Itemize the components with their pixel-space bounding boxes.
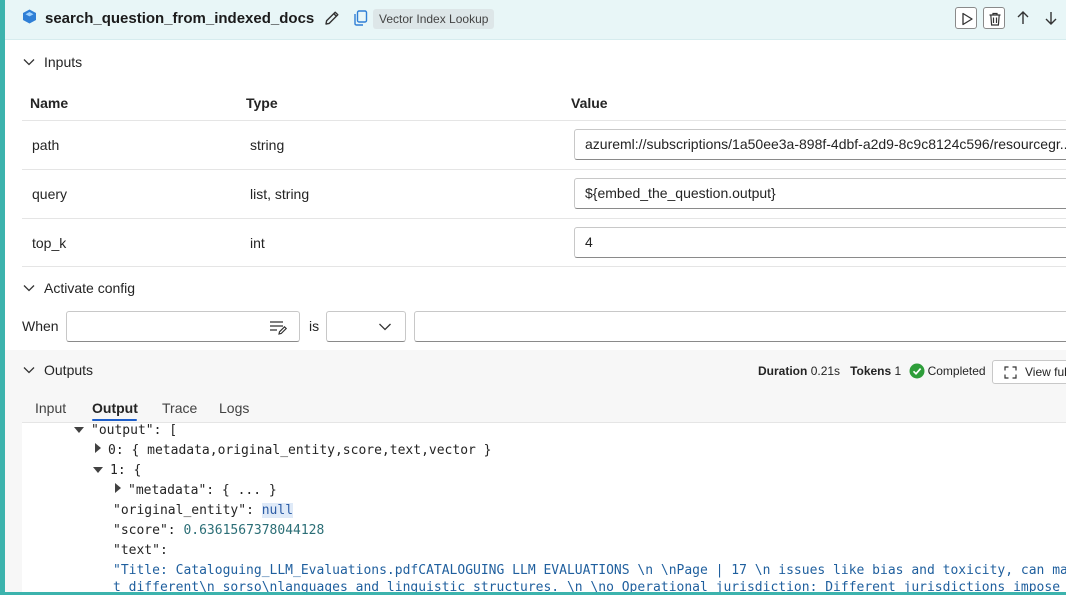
input-row-query: query list, string ${embed_the_question.… xyxy=(22,169,1066,218)
inputs-section-label: Inputs xyxy=(44,54,83,70)
json-key: "metadata" xyxy=(128,483,207,498)
node-header: search_question_from_indexed_docs Vector… xyxy=(5,0,1066,40)
is-label: is xyxy=(309,318,320,334)
when-label: When xyxy=(22,318,59,334)
json-node-item-0[interactable]: 0: { metadata,original_entity,score,text… xyxy=(95,441,492,461)
input-type: int xyxy=(250,235,265,251)
trash-icon xyxy=(989,12,1001,26)
input-type: string xyxy=(250,137,285,153)
delete-button[interactable] xyxy=(983,7,1005,29)
status-text: Completed xyxy=(927,364,986,378)
json-number-value: 0.6361567378044128 xyxy=(183,523,325,538)
input-name: query xyxy=(32,186,68,202)
input-name: top_k xyxy=(32,235,67,251)
json-key: 0 xyxy=(108,443,116,458)
success-check-icon xyxy=(909,363,925,379)
view-full-label: View full xyxy=(1025,365,1066,379)
column-header-name: Name xyxy=(30,95,69,111)
json-key: "score" xyxy=(113,523,168,538)
chevron-down-icon xyxy=(23,59,35,66)
tokens-label: Tokens xyxy=(850,364,892,378)
inputs-section-toggle[interactable]: Inputs xyxy=(22,54,82,70)
chevron-down-icon xyxy=(379,323,391,331)
json-node-metadata[interactable]: "metadata": { ... } xyxy=(115,481,277,501)
outputs-section-toggle[interactable]: Outputs xyxy=(22,362,93,378)
activate-config-section-toggle[interactable]: Activate config xyxy=(22,280,135,296)
json-key: "output" xyxy=(91,423,154,438)
json-punct: : [ xyxy=(153,423,178,438)
input-row-path: path string azureml://subscriptions/1a50… xyxy=(22,120,1066,169)
when-input[interactable] xyxy=(66,311,300,342)
query-value-field[interactable]: ${embed_the_question.output} xyxy=(574,178,1066,209)
pencil-icon[interactable] xyxy=(323,9,341,27)
is-dropdown[interactable] xyxy=(326,311,406,342)
collapse-triangle-icon[interactable] xyxy=(93,467,103,473)
collapse-triangle-icon[interactable] xyxy=(74,427,84,433)
json-field-original-entity: "original_entity": null xyxy=(113,503,294,518)
json-output-viewer: "output": [ 0: { metadata,original_entit… xyxy=(22,422,1066,592)
json-null-value: null xyxy=(261,503,294,518)
tab-trace[interactable]: Trace xyxy=(162,400,197,416)
column-header-type: Type xyxy=(246,95,278,111)
column-header-value: Value xyxy=(571,95,608,111)
chevron-down-icon xyxy=(23,285,35,292)
chevron-down-icon xyxy=(23,367,35,374)
json-key: 1 xyxy=(110,463,118,478)
json-node-item-1[interactable]: 1: { xyxy=(93,461,141,481)
outputs-section-label: Outputs xyxy=(44,362,94,378)
activate-config-label: Activate config xyxy=(44,280,136,296)
input-row-top-k: top_k int 4 xyxy=(22,218,1066,267)
json-field-score: "score": 0.6361567378044128 xyxy=(113,523,325,538)
expand-icon xyxy=(1004,366,1017,379)
edit-text-icon[interactable] xyxy=(268,319,288,336)
input-type: list, string xyxy=(250,186,310,202)
duration-value: 0.21s xyxy=(810,364,841,378)
play-icon xyxy=(962,12,973,26)
top-k-value-field[interactable]: 4 xyxy=(574,227,1066,258)
expand-triangle-icon[interactable] xyxy=(95,443,101,453)
json-field-text: "text": xyxy=(113,543,168,558)
tokens-value: 1 xyxy=(894,364,902,378)
json-punct: : { xyxy=(117,463,142,478)
arrow-up-icon[interactable] xyxy=(1014,8,1032,28)
json-text-value-continued: t different\n sorso\nlanguages and lingu… xyxy=(113,580,1061,592)
json-key: "text" xyxy=(113,543,160,558)
condition-value-input[interactable] xyxy=(414,311,1066,342)
tool-type-badge: Vector Index Lookup xyxy=(373,9,495,29)
expand-triangle-icon[interactable] xyxy=(115,483,121,493)
node-panel: search_question_from_indexed_docs Vector… xyxy=(0,0,1066,595)
json-node-output[interactable]: "output": [ xyxy=(74,423,178,441)
arrow-down-icon[interactable] xyxy=(1042,8,1060,28)
input-name: path xyxy=(32,137,60,153)
path-value-field[interactable]: azureml://subscriptions/1a50ee3a-898f-4d… xyxy=(574,129,1066,160)
duration-label: Duration xyxy=(758,364,808,378)
tab-input[interactable]: Input xyxy=(35,400,66,416)
json-key: "original_entity" xyxy=(113,503,247,518)
run-button[interactable] xyxy=(955,7,977,29)
copy-icon[interactable] xyxy=(353,10,368,26)
run-status-bar: Duration 0.21s Tokens 1 Completed xyxy=(758,362,986,382)
tab-output[interactable]: Output xyxy=(92,400,138,416)
json-summary: : { metadata,original_entity,score,text,… xyxy=(115,443,492,458)
vector-index-icon xyxy=(23,9,36,24)
active-tab-indicator xyxy=(92,419,137,421)
view-full-button[interactable]: View full xyxy=(992,360,1066,384)
json-summary: : { ... } xyxy=(206,483,277,498)
node-title: search_question_from_indexed_docs xyxy=(45,10,315,27)
tab-logs[interactable]: Logs xyxy=(219,400,249,416)
